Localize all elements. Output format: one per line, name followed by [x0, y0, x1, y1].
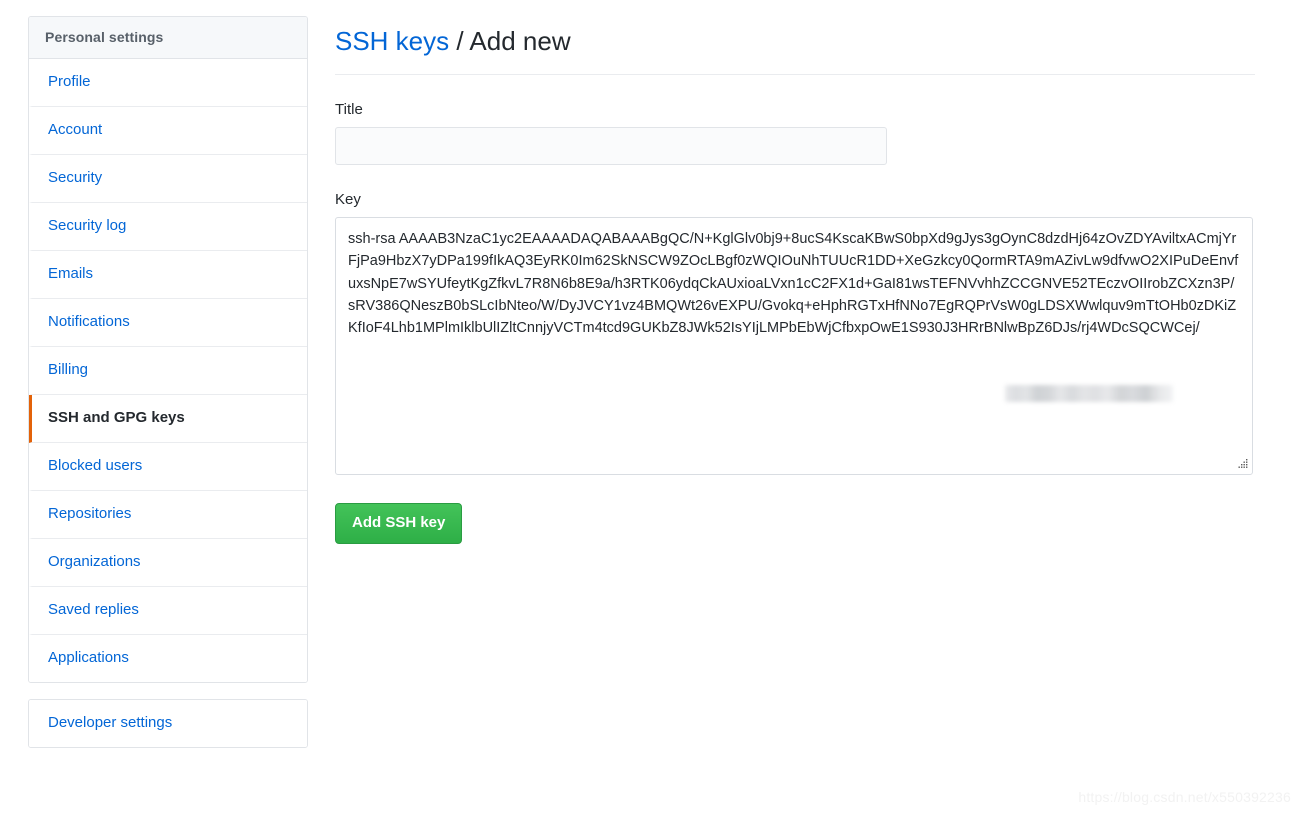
- sidebar-item-security[interactable]: Security: [29, 155, 307, 203]
- sidebar-item-developer-settings[interactable]: Developer settings: [29, 700, 307, 747]
- key-textarea[interactable]: [335, 217, 1253, 475]
- breadcrumb-separator: /: [456, 26, 464, 56]
- sidebar-group-personal: Personal settings Profile Account Securi…: [28, 16, 308, 683]
- sidebar-group-developer: Developer settings: [28, 699, 308, 748]
- sidebar-item-notifications[interactable]: Notifications: [29, 299, 307, 347]
- sidebar-item-label: Notifications: [48, 313, 130, 330]
- key-field-wrapper: [335, 217, 1253, 475]
- sidebar-item-label: Account: [48, 121, 103, 138]
- key-label: Key: [335, 191, 361, 208]
- sidebar-item-security-log[interactable]: Security log: [29, 203, 307, 251]
- redacted-key-overlay: [1005, 385, 1173, 402]
- watermark: https://blog.csdn.net/x550392236: [1078, 789, 1291, 805]
- sidebar-item-label: Repositories: [48, 505, 132, 522]
- settings-page: Personal settings Profile Account Securi…: [0, 0, 1307, 815]
- sidebar-item-blocked-users[interactable]: Blocked users: [29, 443, 307, 491]
- sidebar-header: Personal settings: [29, 17, 307, 59]
- sidebar-item-saved-replies[interactable]: Saved replies: [29, 587, 307, 635]
- breadcrumb-ssh-keys-link[interactable]: SSH keys: [335, 26, 449, 56]
- sidebar-item-label: Blocked users: [48, 457, 143, 474]
- sidebar-item-label: Security: [48, 169, 103, 186]
- title-label: Title: [335, 101, 363, 118]
- sidebar-item-profile[interactable]: Profile: [29, 59, 307, 107]
- sidebar-item-label: SSH and GPG keys: [48, 409, 185, 426]
- sidebar-item-billing[interactable]: Billing: [29, 347, 307, 395]
- sidebar-item-label: Billing: [48, 361, 89, 378]
- page-title: SSH keys / Add new: [335, 16, 1255, 75]
- sidebar-item-label: Applications: [48, 649, 129, 666]
- sidebar-item-organizations[interactable]: Organizations: [29, 539, 307, 587]
- sidebar-item-label: Emails: [48, 265, 94, 282]
- sidebar-item-label: Security log: [48, 217, 127, 234]
- main-content: SSH keys / Add new Title Key Add SSH key: [335, 16, 1255, 544]
- sidebar-item-account[interactable]: Account: [29, 107, 307, 155]
- title-input[interactable]: [335, 127, 887, 165]
- sidebar-item-emails[interactable]: Emails: [29, 251, 307, 299]
- sidebar-item-repositories[interactable]: Repositories: [29, 491, 307, 539]
- sidebar-item-label: Profile: [48, 73, 91, 90]
- add-ssh-key-button[interactable]: Add SSH key: [335, 503, 463, 544]
- sidebar-item-label: Saved replies: [48, 601, 139, 618]
- sidebar-item-label: Developer settings: [48, 714, 173, 731]
- sidebar-item-label: Organizations: [48, 553, 141, 570]
- sidebar-item-ssh-and-gpg-keys[interactable]: SSH and GPG keys: [29, 395, 307, 443]
- personal-settings-sidebar: Personal settings Profile Account Securi…: [28, 16, 308, 748]
- breadcrumb-current: Add new: [469, 26, 571, 56]
- sidebar-item-applications[interactable]: Applications: [29, 635, 307, 682]
